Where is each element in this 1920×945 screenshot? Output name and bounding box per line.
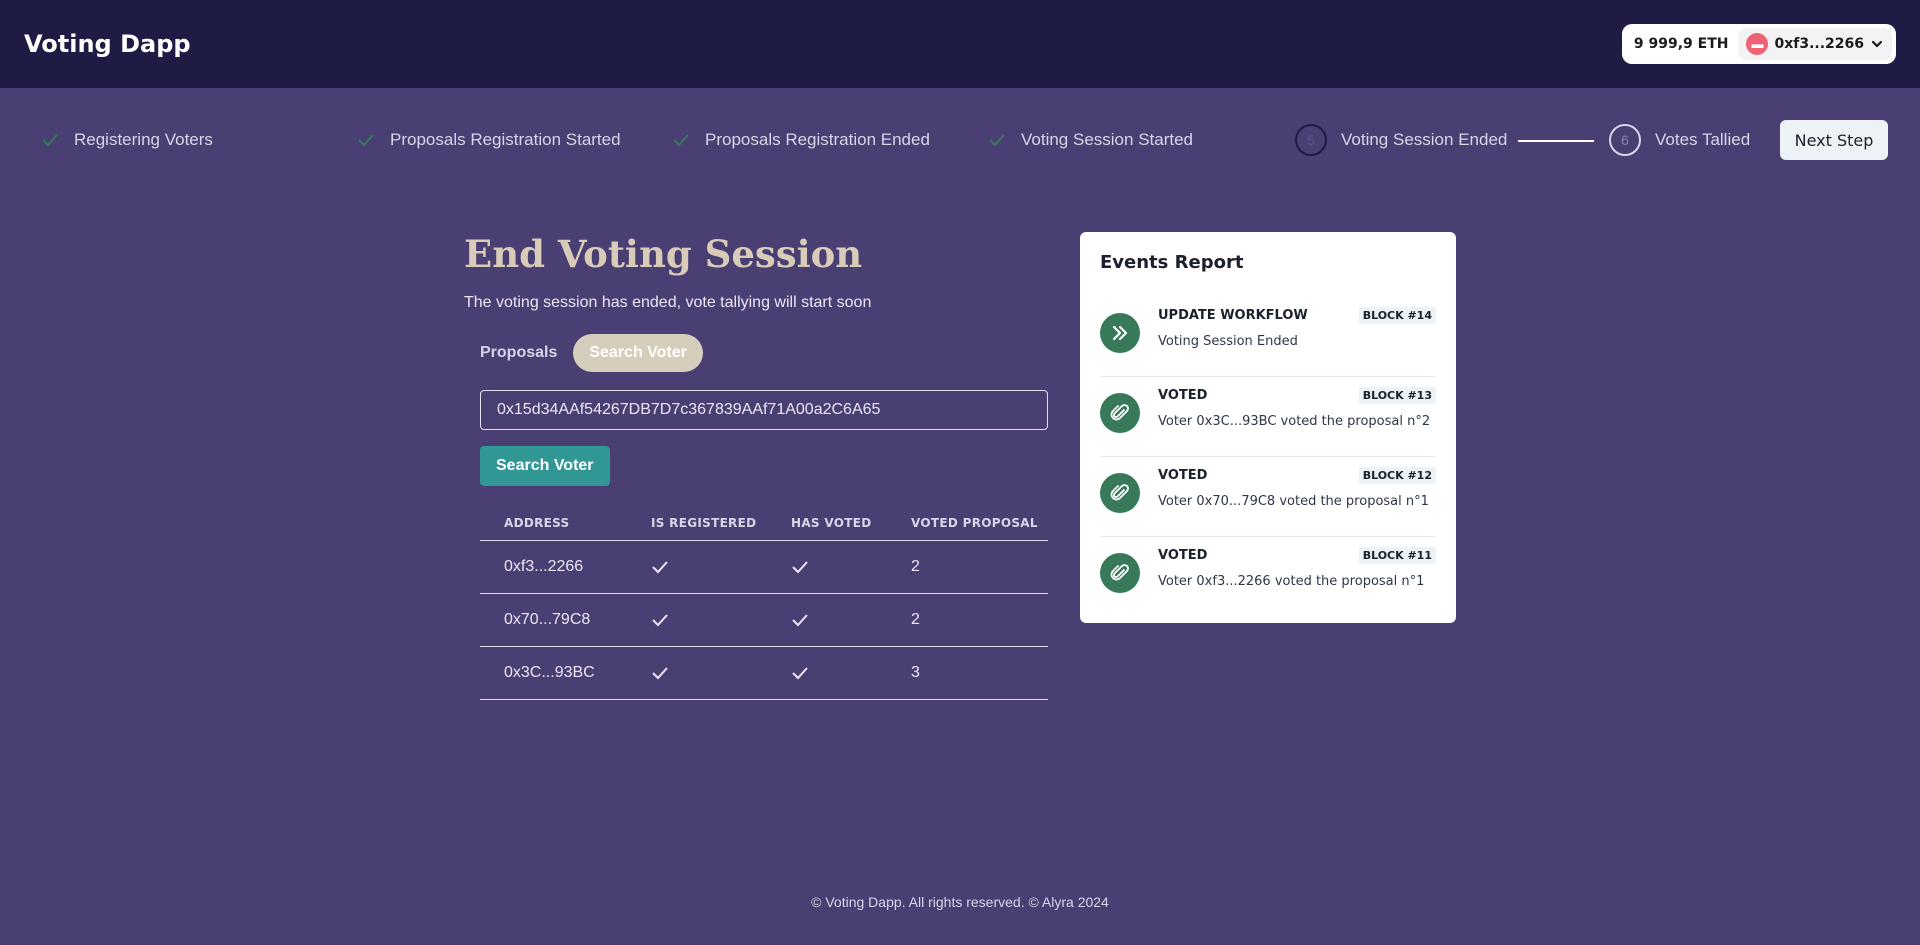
event-type: UPDATE WORKFLOW — [1158, 308, 1308, 323]
table-header-row: ADDRESS IS REGISTERED HAS VOTED VOTED PR… — [480, 502, 1048, 541]
event-icon-badge — [1100, 553, 1140, 593]
table-row: 0x70...79C8 2 — [480, 593, 1048, 647]
app-header: Voting Dapp 9 999,9 ETH ▬ 0xf3...2266 — [0, 0, 1920, 88]
chevrons-right-icon — [1112, 325, 1128, 341]
event-description: Voting Session Ended — [1158, 334, 1298, 349]
wallet-button[interactable]: 9 999,9 ETH ▬ 0xf3...2266 — [1621, 24, 1896, 64]
tab-list: Proposals Search Voter — [464, 334, 1048, 372]
event-item: VOTED BLOCK #12 Voter 0x70...79C8 voted … — [1100, 457, 1436, 537]
step-label: Voting Session Ended — [1341, 130, 1508, 149]
step-voting-session-ended: 5 Voting Session Ended — [1295, 118, 1507, 162]
voter-address: 0xf3...2266 — [480, 540, 627, 594]
check-icon — [652, 561, 668, 574]
event-block: BLOCK #12 — [1358, 467, 1436, 484]
event-item: UPDATE WORKFLOW BLOCK #14 Voting Session… — [1100, 297, 1436, 377]
step-proposals-registration-ended: Proposals Registration Ended — [671, 118, 930, 162]
column-header-address: ADDRESS — [480, 502, 627, 541]
paperclip-icon — [1110, 564, 1129, 581]
page-title: End Voting Session — [464, 232, 863, 276]
events-title: Events Report — [1100, 252, 1244, 273]
event-icon-badge — [1100, 393, 1140, 433]
step-label: Registering Voters — [74, 130, 213, 149]
workflow-stepper: Registering Voters Proposals Registratio… — [0, 118, 1920, 162]
voter-table: ADDRESS IS REGISTERED HAS VOTED VOTED PR… — [480, 502, 1048, 700]
paperclip-icon — [1110, 484, 1129, 501]
chevron-down-icon — [1871, 40, 1883, 48]
step-number: 6 — [1609, 124, 1641, 156]
voter-address: 0x3C...93BC — [480, 646, 627, 700]
event-icon-badge — [1100, 473, 1140, 513]
page-subtitle: The voting session has ended, vote tally… — [464, 294, 872, 311]
event-description: Voter 0x3C...93BC voted the proposal n°2 — [1158, 414, 1431, 429]
voted-cell — [767, 540, 887, 594]
check-icon — [358, 134, 374, 147]
check-icon — [652, 614, 668, 627]
event-description: Voter 0x70...79C8 voted the proposal n°1 — [1158, 494, 1429, 509]
step-label: Proposals Registration Started — [390, 130, 621, 149]
event-type: VOTED — [1158, 548, 1208, 563]
step-proposals-registration-started: Proposals Registration Started — [356, 118, 621, 162]
event-icon-badge — [1100, 313, 1140, 353]
next-step-button[interactable]: Next Step — [1780, 120, 1888, 160]
check-icon — [673, 134, 689, 147]
check-icon — [42, 134, 58, 147]
voter-address-input[interactable] — [480, 390, 1048, 430]
table-row: 0xf3...2266 2 — [480, 540, 1048, 594]
registered-cell — [627, 646, 767, 700]
column-header-registered: IS REGISTERED — [627, 502, 767, 541]
event-block: BLOCK #11 — [1358, 547, 1436, 564]
check-icon — [792, 561, 808, 574]
voted-proposal: 3 — [887, 646, 1048, 700]
event-type: VOTED — [1158, 468, 1208, 483]
event-description: Voter 0xf3...2266 voted the proposal n°1 — [1158, 574, 1425, 589]
column-header-voted: HAS VOTED — [767, 502, 887, 541]
event-item: VOTED BLOCK #13 Voter 0x3C...93BC voted … — [1100, 377, 1436, 457]
voted-proposal: 2 — [887, 540, 1048, 594]
voting-panel: End Voting Session The voting session ha… — [464, 232, 1048, 700]
step-label: Voting Session Started — [1021, 130, 1194, 149]
check-icon — [792, 667, 808, 680]
check-icon — [989, 134, 1005, 147]
page-footer: © Voting Dapp. All rights reserved. © Al… — [811, 894, 1109, 910]
search-voter-button[interactable]: Search Voter — [480, 446, 610, 486]
event-type: VOTED — [1158, 388, 1208, 403]
voted-cell — [767, 593, 887, 647]
wallet-balance: 9 999,9 ETH — [1633, 36, 1729, 52]
event-block: BLOCK #14 — [1358, 307, 1436, 324]
avatar: ▬ — [1746, 33, 1769, 55]
step-voting-session-started: Voting Session Started — [987, 118, 1193, 162]
voter-address: 0x70...79C8 — [480, 593, 627, 647]
table-row: 0x3C...93BC 3 — [480, 646, 1048, 700]
event-block: BLOCK #13 — [1358, 387, 1436, 404]
registered-cell — [627, 593, 767, 647]
account-chip[interactable]: ▬ 0xf3...2266 — [1738, 28, 1892, 60]
voted-cell — [767, 646, 887, 700]
step-votes-tallied: 6 Votes Tallied — [1609, 118, 1750, 162]
registered-cell — [627, 540, 767, 594]
account-address: 0xf3...2266 — [1774, 36, 1864, 52]
voted-proposal: 2 — [887, 593, 1048, 647]
column-header-proposal: VOTED PROPOSAL — [887, 502, 1048, 541]
app-brand[interactable]: Voting Dapp — [24, 30, 191, 58]
step-label: Votes Tallied — [1655, 130, 1751, 149]
step-label: Proposals Registration Ended — [705, 130, 930, 149]
step-registering-voters: Registering Voters — [40, 118, 213, 162]
step-connector — [1518, 140, 1594, 142]
tab-proposals[interactable]: Proposals — [480, 334, 557, 372]
check-icon — [792, 614, 808, 627]
event-item: VOTED BLOCK #11 Voter 0xf3...2266 voted … — [1100, 537, 1436, 617]
check-icon — [652, 667, 668, 680]
events-report: Events Report UPDATE WORKFLOW BLOCK #14 … — [1080, 232, 1456, 623]
paperclip-icon — [1110, 404, 1129, 421]
tab-search-voter[interactable]: Search Voter — [573, 334, 703, 372]
step-number: 5 — [1295, 124, 1327, 156]
